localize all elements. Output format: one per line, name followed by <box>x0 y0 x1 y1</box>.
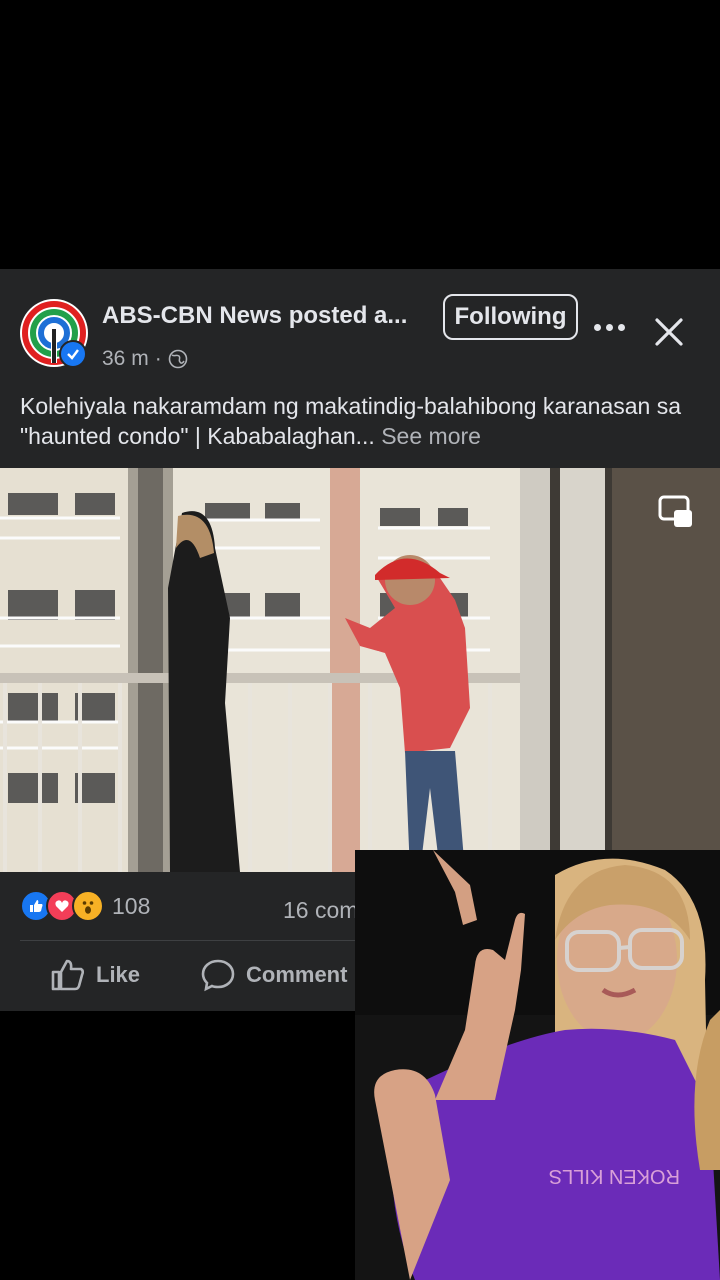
post-time[interactable]: 36 m <box>102 347 149 371</box>
following-button[interactable]: Following <box>443 294 578 340</box>
wow-icon <box>72 890 104 922</box>
thumbs-up-icon <box>51 959 85 991</box>
close-icon[interactable] <box>652 315 686 349</box>
verified-badge-icon <box>59 340 87 368</box>
see-more-link[interactable]: See more <box>381 423 481 449</box>
creator-image: ROKEN KILLS <box>355 850 720 1280</box>
video-frame-image <box>0 468 720 872</box>
post-header: ABS-CBN News posted a... 36 m · Followin… <box>0 269 720 379</box>
like-button[interactable]: Like <box>50 949 140 1001</box>
post-video[interactable] <box>0 468 720 872</box>
comment-bubble-icon <box>201 959 235 992</box>
reaction-count: 108 <box>112 892 151 919</box>
globe-icon <box>168 349 187 369</box>
page-name[interactable]: ABS-CBN News posted a... <box>102 302 432 330</box>
reaction-summary[interactable]: 108 <box>20 890 150 922</box>
picture-in-picture-icon[interactable] <box>658 495 694 529</box>
post-caption: Kolehiyala nakaramdam ng makatindig-bala… <box>20 391 700 451</box>
svg-text:ROKEN KILLS: ROKEN KILLS <box>549 1165 680 1187</box>
caption-text: Kolehiyala nakaramdam ng makatindig-bala… <box>20 393 682 449</box>
post-meta: 36 m · <box>102 347 188 371</box>
like-label: Like <box>96 962 141 987</box>
creator-overlay-video: ROKEN KILLS <box>355 850 720 1280</box>
comment-button[interactable]: Comment <box>200 949 347 1001</box>
more-options-icon[interactable] <box>592 317 626 337</box>
meta-separator: · <box>154 347 162 370</box>
comment-label: Comment <box>246 962 348 987</box>
